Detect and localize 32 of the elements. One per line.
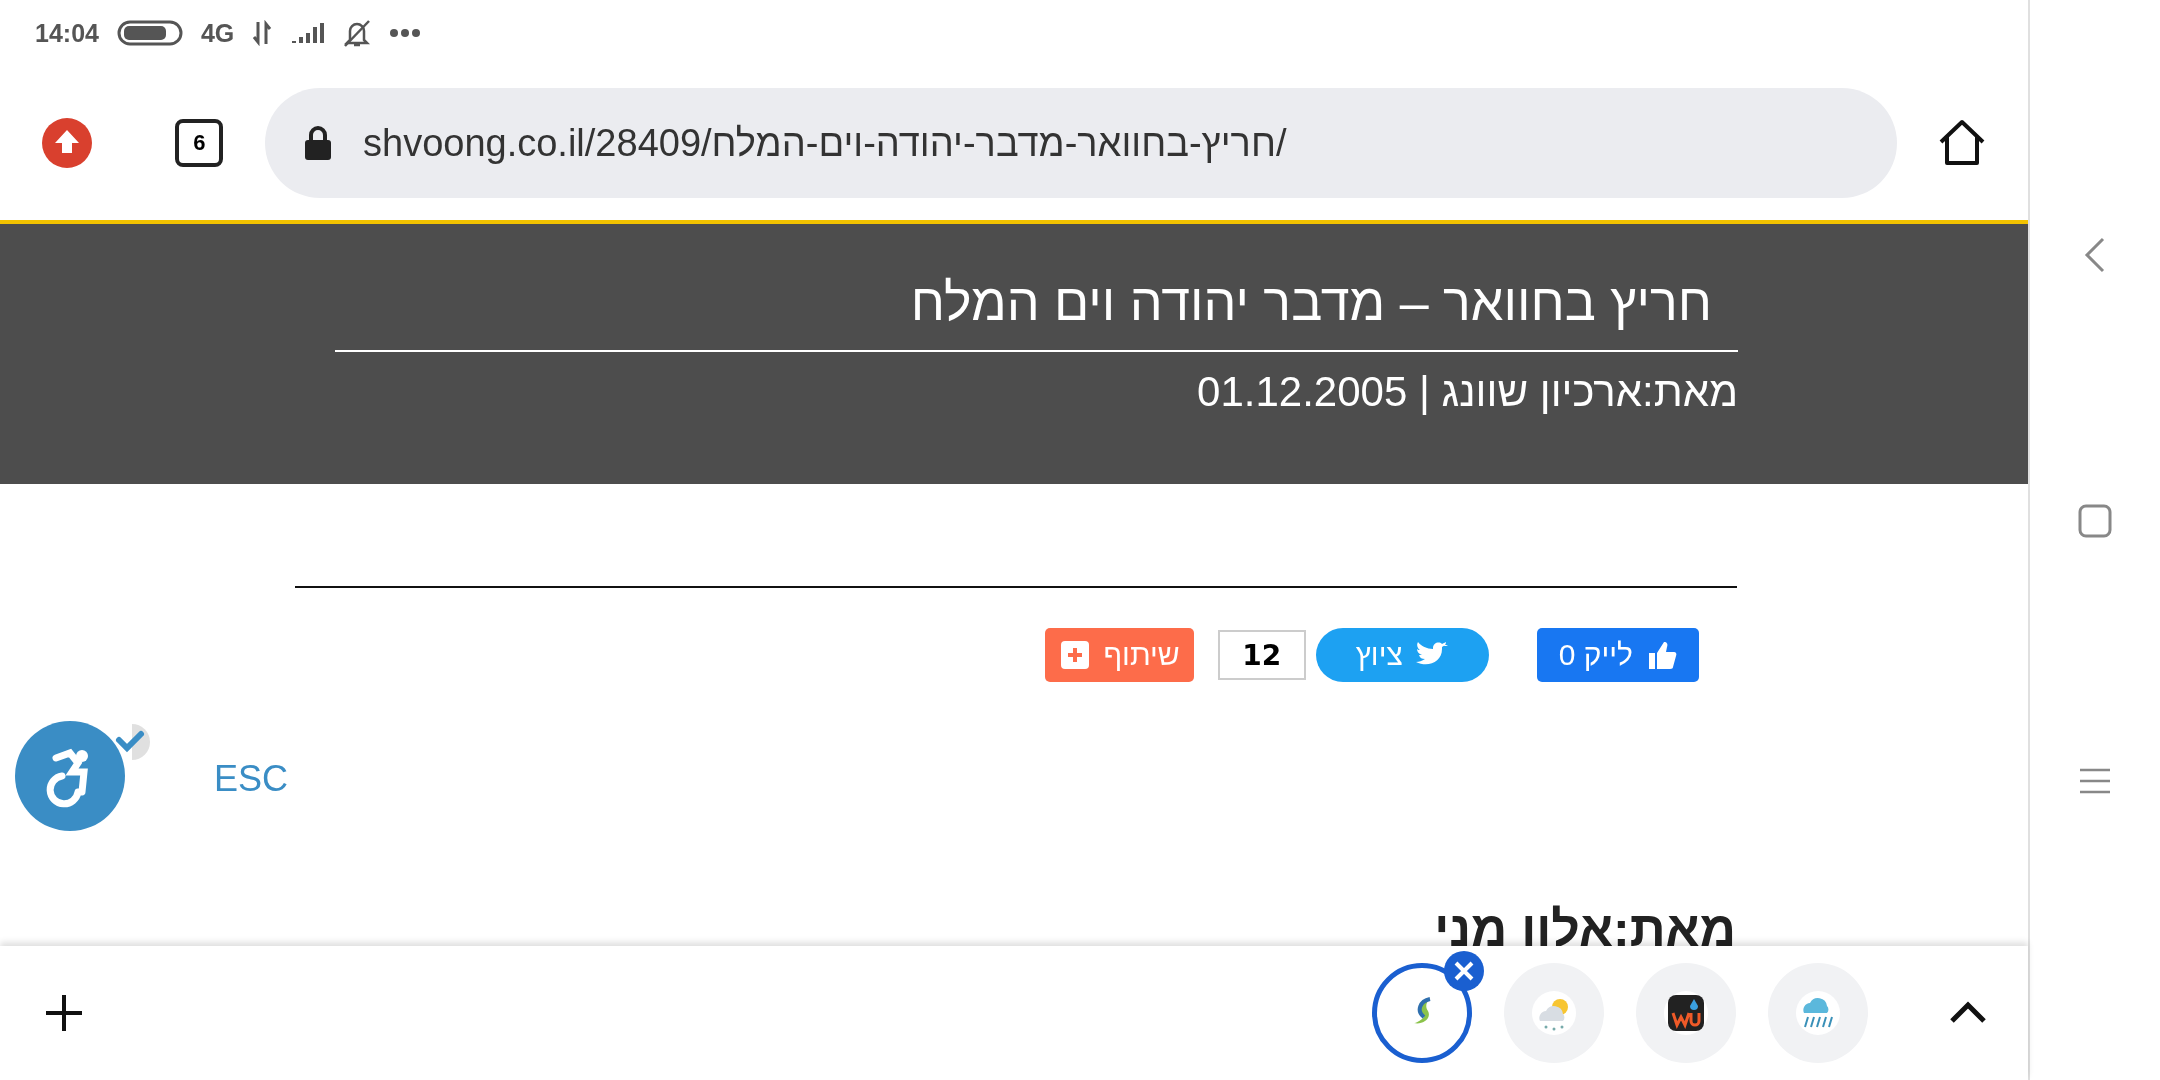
plus-icon[interactable]: [44, 993, 84, 1033]
clock-time: 14:04: [35, 18, 99, 48]
data-arrows-icon: [252, 20, 273, 46]
close-icon[interactable]: [1444, 951, 1484, 991]
lock-icon: [303, 125, 333, 161]
author-heading: מאת:אלון מני: [1434, 900, 1736, 958]
tweet-button[interactable]: ציוץ: [1315, 628, 1489, 682]
esc-link[interactable]: ESC: [214, 758, 289, 800]
menu-icon[interactable]: [2078, 767, 2112, 796]
plus-icon: [1061, 641, 1090, 669]
chevron-up-icon[interactable]: [1948, 1001, 1988, 1025]
like-button[interactable]: לייק 0: [1536, 628, 1699, 682]
upload-icon[interactable]: [41, 118, 92, 168]
more-icon: [390, 28, 421, 38]
cloud-sun-icon: [1532, 991, 1576, 1035]
wheelchair-icon[interactable]: [14, 720, 126, 832]
article-title: חריץ בחוואר – מדבר יהודה וים המלח: [910, 272, 1713, 332]
rain-cloud-icon: [1796, 991, 1840, 1035]
network-type: 4G: [200, 18, 235, 48]
share-count: 12: [1217, 630, 1306, 680]
thumbs-up-icon: [1647, 640, 1677, 670]
url-text: shvoong.co.il/28409/חריץ-בחוואר-מדבר-יהודה-וים-המלח/: [363, 121, 1287, 165]
address-bar[interactable]: shvoong.co.il/28409/חריץ-בחוואר-מדבר-יהודה-וים-המלח/: [265, 88, 1897, 198]
article-byline: מאת:ארכיון שוונג | 01.12.2005: [1197, 368, 1738, 416]
share-button[interactable]: שיתוף: [1045, 628, 1194, 682]
tab-count[interactable]: 6: [175, 119, 224, 167]
square-icon[interactable]: [2078, 504, 2112, 538]
signal-icon: [290, 21, 325, 45]
battery-icon: [116, 20, 183, 46]
water-drop-app-icon: [1664, 991, 1708, 1035]
home-icon[interactable]: [1937, 118, 1987, 168]
bell-muted-icon: [342, 18, 373, 48]
